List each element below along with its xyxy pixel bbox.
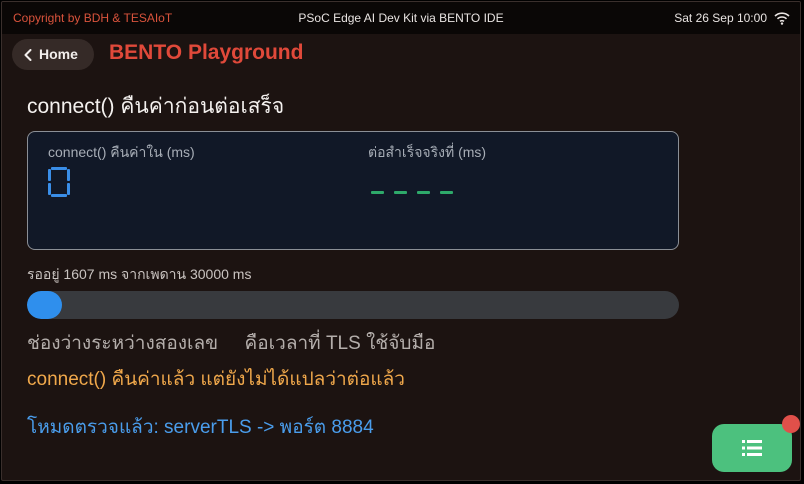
home-button[interactable]: Home	[12, 39, 94, 70]
connected-at-label: ต่อสำเร็จจริงที่ (ms)	[368, 144, 487, 160]
wait-status-text: รออยู่ 1607 ms จากเพดาน 30000 ms	[27, 266, 252, 282]
chevron-left-icon	[24, 49, 32, 61]
notification-badge	[782, 415, 800, 433]
timeout-progress-fill	[27, 291, 62, 319]
wifi-icon	[774, 12, 790, 25]
list-icon	[742, 440, 762, 456]
page-heading: connect() คืนค่าก่อนต่อเสร็จ	[27, 95, 285, 118]
app-title: BENTO Playground	[109, 41, 304, 64]
return-status-note: connect() คืนค่าแล้ว แต่ยังไม่ได้แปลว่าต…	[27, 369, 405, 390]
timing-card: connect() คืนค่าใน (ms) ต่อสำเร็จจริงที่…	[27, 131, 679, 250]
connect-return-label: connect() คืนค่าใน (ms)	[48, 144, 195, 160]
gap-explanation: ช่องว่างระหว่างสองเลข คือเวลาที่ TLS ใช้…	[27, 333, 436, 354]
status-bar: Copyright by BDH & TESAIoT PSoC Edge AI …	[2, 2, 800, 34]
connected-at-value: ----	[371, 179, 463, 198]
menu-button[interactable]	[712, 424, 792, 472]
clock: Sat 26 Sep 10:00	[674, 11, 767, 25]
dash-mark	[417, 191, 430, 194]
dash-mark	[371, 191, 384, 194]
connect-return-value: 0	[48, 167, 70, 197]
dash-mark	[440, 191, 453, 194]
detected-mode: โหมดตรวจแล้ว: serverTLS -> พอร์ต 8884	[27, 417, 374, 438]
app-window: Copyright by BDH & TESAIoT PSoC Edge AI …	[1, 1, 801, 481]
home-button-label: Home	[39, 46, 78, 62]
timeout-progress-bar	[27, 291, 679, 319]
dash-mark	[394, 191, 407, 194]
